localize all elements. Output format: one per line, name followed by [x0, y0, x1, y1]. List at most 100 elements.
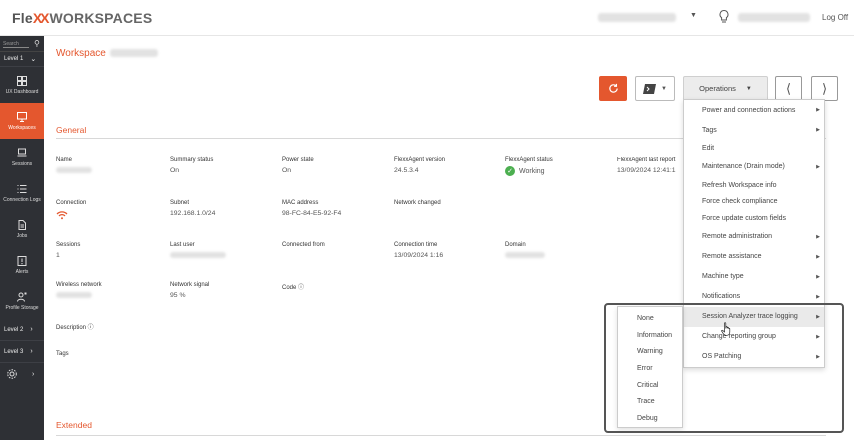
menu-item-os-patching[interactable]: OS Patching ▶: [684, 347, 824, 367]
menu-item-label: Tags: [702, 126, 717, 134]
field-agent-status: FlexxAgent status ✓ Working: [505, 157, 611, 176]
monitor-icon: [17, 111, 27, 122]
logo-fle-text: Fle: [12, 10, 33, 26]
menu-item-force-custom-fields[interactable]: Force update custom fields: [684, 210, 824, 227]
logo-workspaces-text: WORKSPACES: [49, 10, 153, 26]
caret-right-icon: ▶: [816, 107, 820, 113]
chevron-right-icon: ⟩: [821, 80, 828, 96]
caret-right-icon: ▶: [816, 353, 820, 360]
search-icon[interactable]: ⚲: [34, 39, 40, 48]
sidebar-item-profile-storage[interactable]: Profile Storage: [0, 283, 44, 319]
sidebar-item-label: Alerts: [15, 268, 29, 275]
sidebar-item-sessions[interactable]: Sessions: [0, 139, 44, 175]
flexxworkspaces-logo[interactable]: Fle XX WORKSPACES: [12, 10, 152, 26]
field-label: Code ⓘ: [282, 285, 305, 291]
logoff-link[interactable]: Log Off: [822, 13, 848, 22]
submenu-item-warning[interactable]: Warning: [618, 343, 682, 360]
menu-item-machine-type[interactable]: Machine type ▶: [684, 267, 824, 287]
menu-item-remote-assistance[interactable]: Remote assistance ▶: [684, 247, 824, 267]
field-agent-version: FlexxAgent version 24.5.3.4: [394, 157, 500, 174]
field-connection-time: Connection time 13/09/2024 1:16: [394, 242, 500, 259]
field-label: Wireless network: [56, 282, 102, 288]
menu-item-power-connection[interactable]: Power and connection actions ▶: [684, 100, 824, 120]
menu-item-tags[interactable]: Tags ▶: [684, 120, 824, 140]
sidebar-item-alerts[interactable]: Alerts: [0, 247, 44, 283]
field-sessions: Sessions 1: [56, 242, 162, 259]
submenu-item-none[interactable]: None: [618, 310, 682, 327]
sidebar-level-2[interactable]: Level 2 ›: [0, 319, 44, 341]
sidebar-item-jobs[interactable]: Jobs: [0, 211, 44, 247]
redacted-value: [170, 252, 226, 258]
sidebar-item-label: Sessions: [11, 160, 33, 167]
field-wireless-network: Wireless network: [56, 282, 162, 300]
field-label: Name: [56, 157, 73, 163]
menu-item-label: Edit: [702, 144, 715, 152]
wifi-icon: [56, 211, 68, 220]
field-label: Connection time: [394, 242, 438, 248]
field-domain: Domain: [505, 242, 611, 260]
refresh-button[interactable]: [599, 76, 627, 101]
sidebar-item-connection-logs[interactable]: Connection Logs: [0, 175, 44, 211]
field-label: Description ⓘ: [56, 325, 94, 331]
field-value: On: [170, 167, 180, 174]
previous-button[interactable]: ⟨: [775, 76, 802, 101]
field-label: Last user: [170, 242, 195, 248]
field-value: 24.5.3.4: [394, 167, 419, 174]
menu-item-change-reporting-group[interactable]: Change reporting group ▶: [684, 327, 824, 347]
caret-right-icon: ▶: [816, 253, 820, 260]
submenu-item-debug[interactable]: Debug: [618, 410, 682, 427]
submenu-item-trace[interactable]: Trace: [618, 393, 682, 410]
menu-item-label: Force check compliance: [702, 198, 778, 206]
menu-item-refresh-info[interactable]: Refresh Workspace info: [684, 177, 824, 194]
field-connection: Connection: [56, 200, 162, 222]
sidebar-settings[interactable]: ›: [0, 363, 44, 385]
redacted-value: [56, 292, 92, 298]
field-value: 95 %: [170, 292, 186, 299]
chevron-down-icon[interactable]: ▼: [690, 12, 697, 19]
menu-item-label: Maintenance (Drain mode): [702, 163, 785, 171]
chevron-right-icon: ›: [30, 348, 33, 355]
field-value: 192.168.1.0/24: [170, 210, 216, 217]
organization-selector-redacted[interactable]: [598, 13, 676, 22]
sidebar-level-1[interactable]: Level 1 ⌄: [0, 52, 44, 67]
sidebar-item-workspaces[interactable]: Workspaces: [0, 103, 44, 139]
menu-item-remote-administration[interactable]: Remote administration ▶: [684, 227, 824, 247]
field-description: Description ⓘ: [56, 322, 162, 331]
menu-item-notifications[interactable]: Notifications ▶: [684, 287, 824, 307]
menu-item-edit[interactable]: Edit: [684, 140, 824, 157]
sidebar-search-input[interactable]: Search: [3, 40, 29, 48]
menu-item-force-compliance[interactable]: Force check compliance: [684, 193, 824, 210]
list-icon: [17, 184, 27, 193]
dashboard-icon: [17, 75, 27, 86]
field-label: Domain: [505, 242, 526, 248]
operations-button[interactable]: Operations ▼: [683, 76, 768, 101]
menu-item-label: Refresh Workspace info: [702, 181, 777, 189]
chevron-left-icon: ⟨: [785, 80, 792, 96]
caret-right-icon: ▶: [816, 313, 820, 320]
menu-item-session-analyzer-trace[interactable]: Session Analyzer trace logging ▶: [684, 306, 824, 327]
submenu-item-information[interactable]: Information: [618, 327, 682, 344]
field-label: FlexxAgent last report: [617, 157, 676, 163]
sidebar-item-ux-dashboard[interactable]: UX Dashboard: [0, 67, 44, 103]
sidebar-level-3[interactable]: Level 3 ›: [0, 341, 44, 363]
submenu-item-critical[interactable]: Critical: [618, 377, 682, 394]
level-2-label: Level 2: [4, 326, 24, 333]
field-label: Network changed: [394, 200, 441, 206]
menu-item-maintenance[interactable]: Maintenance (Drain mode) ▶: [684, 157, 824, 177]
field-label: Summary status: [170, 157, 214, 163]
menu-item-label: Machine type: [702, 273, 744, 281]
menu-item-label: Notifications: [702, 293, 741, 301]
caret-right-icon: ▶: [816, 233, 820, 240]
field-network-changed: Network changed: [394, 200, 500, 206]
remote-console-button[interactable]: ▼: [635, 76, 675, 101]
breadcrumb-label: Workspace: [56, 48, 106, 59]
submenu-item-error[interactable]: Error: [618, 360, 682, 377]
field-value: 98-FC-84-E5-92-F4: [282, 210, 342, 217]
lightbulb-icon[interactable]: [718, 9, 730, 25]
field-subnet: Subnet 192.168.1.0/24: [170, 200, 276, 217]
menu-item-label: OS Patching: [702, 353, 742, 361]
field-network-signal: Network signal 95 %: [170, 282, 276, 299]
sidebar-item-label: Workspaces: [8, 124, 36, 131]
sidebar-search: Search ⚲: [0, 36, 44, 52]
next-button[interactable]: ⟩: [811, 76, 838, 101]
